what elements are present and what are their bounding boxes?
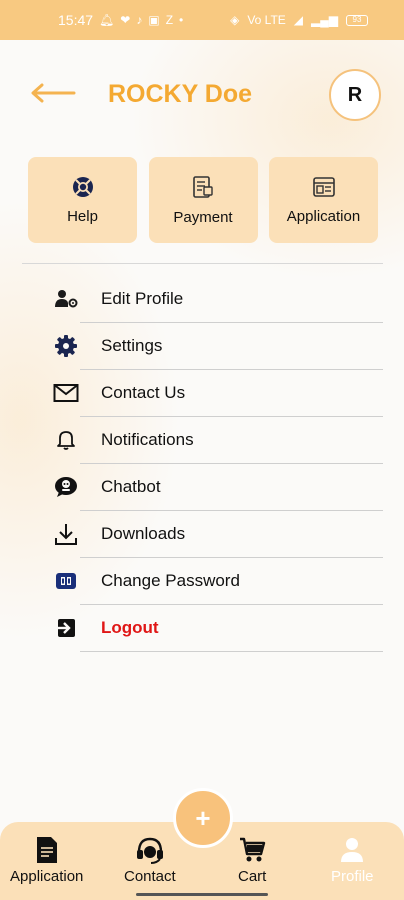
menu-item-chatbot[interactable]: Chatbot	[0, 464, 404, 511]
header: ROCKY Doe R	[0, 60, 404, 130]
quick-actions: Help Payment Application	[28, 157, 378, 243]
payment-label: Payment	[173, 208, 233, 226]
payment-card[interactable]: Payment	[148, 157, 258, 243]
user-gear-icon	[53, 286, 79, 312]
status-right: ◈ Vo LTE ◢ ▂▄▆ 93	[230, 13, 368, 27]
nav-item-profile[interactable]: Profile	[331, 836, 374, 885]
nav-label-contact: Contact	[124, 868, 176, 885]
logout-icon	[53, 615, 79, 641]
lifebuoy-icon	[72, 176, 93, 197]
menu-item-settings[interactable]: Settings	[0, 323, 404, 370]
application-card[interactable]: Application	[269, 157, 378, 243]
avatar[interactable]: R	[329, 69, 381, 121]
nav-item-cart[interactable]: Cart	[238, 836, 266, 885]
menu-item-change-password[interactable]: Change Password	[0, 558, 404, 605]
bell-icon: 🔔︎	[99, 13, 115, 27]
music-icon: ♪	[136, 13, 143, 27]
status-bar: 15:47 🔔︎ ❤︎ ♪ ▣ Z • ◈ Vo LTE ◢ ▂▄▆ 93	[0, 0, 404, 40]
window-icon	[312, 176, 335, 197]
menu-divider	[80, 651, 383, 652]
download-icon	[53, 521, 79, 547]
help-card[interactable]: Help	[28, 157, 137, 243]
person-icon	[341, 838, 364, 862]
headset-icon	[136, 837, 163, 864]
nav-label-application: Application	[10, 868, 84, 885]
wifi-icon: ◢	[293, 13, 304, 27]
menu-item-label: Notifications	[101, 430, 194, 449]
menu-item-notifications[interactable]: Notifications	[0, 417, 404, 464]
cart-icon	[240, 837, 266, 862]
gear-icon	[53, 333, 79, 359]
signal-icon: ▂▄▆	[311, 13, 338, 27]
nav-label-cart: Cart	[238, 868, 267, 885]
profile-menu: Edit Profile Settings Contact Us Notific…	[0, 276, 404, 652]
menu-item-label: Change Password	[101, 571, 240, 590]
bell-icon	[53, 427, 79, 453]
menu-item-label: Contact Us	[101, 383, 186, 402]
app-icon: ▣	[148, 13, 160, 27]
menu-item-contact-us[interactable]: Contact Us	[0, 370, 404, 417]
nav-label-profile: Profile	[331, 868, 374, 885]
document-icon	[36, 837, 57, 863]
back-arrow-icon[interactable]	[30, 78, 76, 108]
receipt-icon	[193, 175, 213, 198]
nav-item-application[interactable]: Application	[10, 836, 83, 885]
network-label: Vo LTE	[247, 13, 286, 27]
mail-icon	[53, 380, 79, 406]
nav-item-contact[interactable]: Contact	[124, 836, 176, 885]
chatbot-icon	[53, 474, 79, 500]
menu-item-label: Chatbot	[101, 477, 161, 496]
battery-icon: 93	[346, 14, 368, 26]
menu-item-label: Settings	[101, 336, 163, 355]
home-indicator	[136, 893, 268, 896]
menu-item-downloads[interactable]: Downloads	[0, 511, 404, 558]
help-label: Help	[67, 207, 98, 225]
z-icon: Z	[165, 13, 174, 27]
divider	[22, 263, 383, 264]
menu-item-label: Downloads	[101, 524, 186, 543]
status-time: 15:47	[58, 12, 94, 28]
menu-item-label: Logout	[101, 618, 159, 637]
dot-icon: •	[179, 13, 184, 27]
key-icon	[53, 568, 79, 594]
menu-item-label: Edit Profile	[101, 289, 184, 308]
application-label: Application	[286, 207, 361, 225]
menu-item-edit-profile[interactable]: Edit Profile	[0, 276, 404, 323]
menu-item-logout[interactable]: Logout	[0, 605, 404, 652]
page-title: ROCKY Doe	[108, 80, 253, 108]
status-left: 15:47 🔔︎ ❤︎ ♪ ▣ Z •	[58, 12, 183, 28]
hotspot-icon: ◈	[230, 13, 240, 27]
heart-icon: ❤︎	[120, 13, 131, 27]
add-button[interactable]: +	[173, 788, 233, 848]
